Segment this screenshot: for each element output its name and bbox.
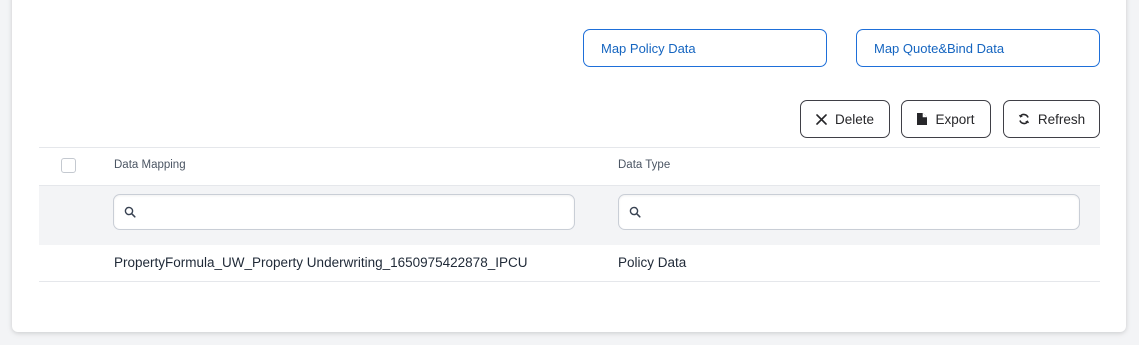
data-type-filter bbox=[618, 194, 1080, 230]
table-header: Data Mapping Data Type bbox=[39, 148, 1100, 186]
refresh-button-label: Refresh bbox=[1037, 111, 1086, 127]
table-row[interactable]: PropertyFormula_UW_Property Underwriting… bbox=[39, 245, 1100, 282]
data-mapping-filter-input[interactable] bbox=[144, 195, 568, 229]
refresh-icon bbox=[1018, 113, 1030, 125]
delete-button[interactable]: Delete bbox=[800, 100, 890, 138]
export-button[interactable]: Export bbox=[901, 100, 991, 138]
data-type-filter-input[interactable] bbox=[649, 195, 1073, 229]
data-type-cell: Policy Data bbox=[618, 255, 687, 270]
data-mapping-table: Data Mapping Data Type PropertyFormula_U… bbox=[39, 147, 1100, 282]
map-policy-data-button[interactable]: Map Policy Data bbox=[583, 29, 827, 67]
export-button-label: Export bbox=[935, 111, 975, 127]
close-icon bbox=[816, 113, 827, 125]
delete-button-label: Delete bbox=[834, 111, 875, 127]
column-header-data-mapping[interactable]: Data Mapping bbox=[114, 159, 186, 171]
map-quote-bind-data-button[interactable]: Map Quote&Bind Data bbox=[856, 29, 1100, 67]
refresh-button[interactable]: Refresh bbox=[1003, 100, 1100, 138]
data-mapping-cell: PropertyFormula_UW_Property Underwriting… bbox=[114, 255, 528, 270]
file-icon bbox=[917, 113, 928, 125]
select-all-checkbox[interactable] bbox=[61, 158, 76, 173]
filter-row bbox=[39, 186, 1100, 245]
column-header-data-type[interactable]: Data Type bbox=[618, 159, 670, 171]
data-mapping-filter bbox=[113, 194, 575, 230]
